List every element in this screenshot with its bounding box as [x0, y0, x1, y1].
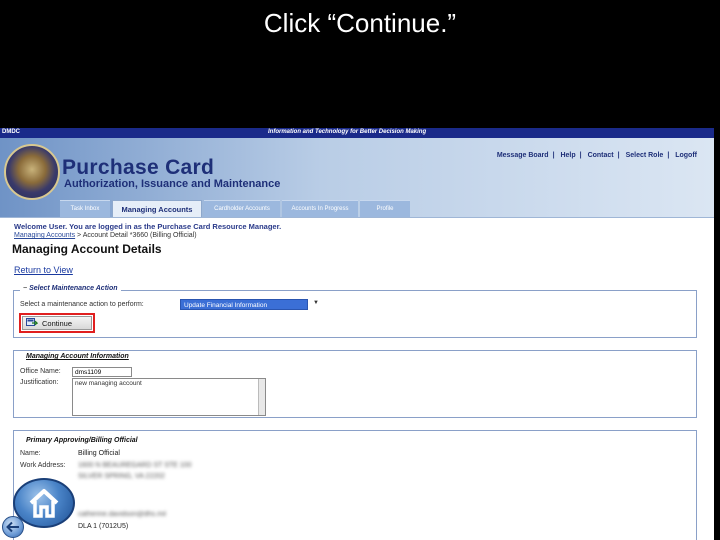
- slide-instruction: Click “Continue.”: [263, 8, 457, 38]
- tab-profile[interactable]: Profile: [360, 200, 410, 217]
- breadcrumb-managing-accounts[interactable]: Managing Accounts: [14, 232, 75, 239]
- org-name: DMDC: [2, 129, 20, 135]
- approver-section: Primary Approving/Billing Official Name:…: [13, 430, 697, 540]
- maintenance-legend[interactable]: − Select Maintenance Action: [20, 285, 121, 292]
- welcome-message: Welcome User. You are logged in as the P…: [14, 222, 282, 231]
- maintenance-action-select[interactable]: Update Financial Information: [180, 299, 308, 310]
- maintenance-action-section: − Select Maintenance Action Select a main…: [13, 285, 697, 338]
- work-address-line2: SILVER SPRING, VA 22202: [78, 473, 165, 480]
- agency-seal-icon: [4, 144, 60, 200]
- justification-field[interactable]: new managing account: [72, 378, 266, 416]
- tab-accounts-in-progress[interactable]: Accounts In Progress: [282, 200, 358, 217]
- office-name-label: Office Name:: [20, 368, 61, 375]
- top-banner: DMDC Information and Technology for Bett…: [0, 128, 714, 138]
- account-info-section: Managing Account Information Office Name…: [13, 350, 697, 418]
- tagline: Information and Technology for Better De…: [268, 129, 427, 135]
- main-tabs: Task Inbox Managing Accounts Cardholder …: [60, 200, 412, 217]
- utility-links: Message Board | Help | Contact | Select Rol…: [496, 152, 697, 159]
- breadcrumb: Managing Accounts > Account Detail *3660…: [14, 232, 197, 239]
- approver-name-label: Name:: [20, 450, 41, 457]
- window-edge: [714, 128, 720, 540]
- select-role-link[interactable]: Select Role: [626, 152, 664, 159]
- app-title: Purchase Card: [62, 156, 215, 179]
- breadcrumb-current: > Account Detail *3660 (Billing Official…: [75, 232, 197, 239]
- justification-text: new managing account: [75, 380, 142, 387]
- justification-label: Justification:: [20, 379, 59, 386]
- continue-label: Continue: [42, 318, 73, 328]
- back-button[interactable]: [2, 516, 24, 538]
- account-info-title: Managing Account Information: [26, 353, 129, 360]
- tab-task-inbox[interactable]: Task Inbox: [60, 200, 110, 217]
- continue-icon: [26, 318, 38, 326]
- page-title: Managing Account Details: [12, 242, 162, 256]
- chevron-down-icon[interactable]: ▼: [313, 300, 319, 306]
- maintenance-action-label: Select a maintenance action to perform:: [20, 301, 144, 308]
- work-address-label: Work Address:: [20, 462, 66, 469]
- tab-cardholder-accounts[interactable]: Cardholder Accounts: [204, 200, 280, 217]
- approver-org: DLA 1 (7012U5): [78, 523, 129, 530]
- logoff-link[interactable]: Logoff: [675, 152, 697, 159]
- approver-title: Primary Approving/Billing Official: [26, 437, 138, 444]
- approver-email: catherine.davidson@dhs.mil: [78, 511, 167, 518]
- message-board-link[interactable]: Message Board: [497, 152, 549, 159]
- home-icon: [29, 489, 59, 518]
- work-address-line1: 1600 N BEAUREGARD ST STE 100: [78, 462, 192, 469]
- app-window: DMDC Information and Technology for Bett…: [0, 128, 714, 540]
- contact-link[interactable]: Contact: [588, 152, 614, 159]
- app-header: Purchase Card Authorization, Issuance an…: [0, 138, 714, 218]
- continue-button[interactable]: Continue: [22, 316, 92, 330]
- collapse-icon[interactable]: −: [23, 285, 27, 292]
- tab-managing-accounts[interactable]: Managing Accounts: [112, 200, 202, 217]
- justification-scrollbar[interactable]: [258, 379, 265, 415]
- approver-name-value: Billing Official: [78, 450, 120, 457]
- help-link[interactable]: Help: [560, 152, 575, 159]
- back-arrow-icon: [6, 521, 19, 533]
- return-to-view-link[interactable]: Return to View: [14, 265, 73, 275]
- app-subtitle: Authorization, Issuance and Maintenance: [64, 178, 281, 190]
- office-name-field[interactable]: dms1109: [72, 367, 132, 377]
